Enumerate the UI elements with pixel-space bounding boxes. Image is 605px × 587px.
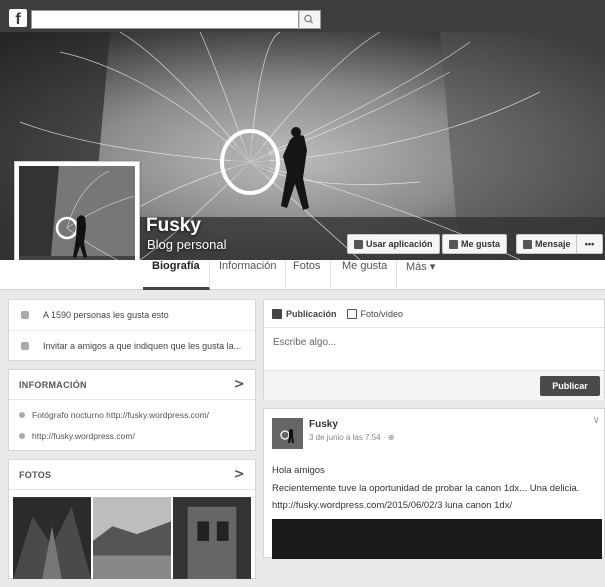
info-item-website[interactable]: http://fusky.wordpress.com/ [9, 425, 255, 446]
avatar[interactable] [272, 418, 303, 449]
chevron-down-icon[interactable]: ∨ [593, 415, 600, 426]
likes-box: A 1590 personas les gusta esto Invitar a… [8, 299, 256, 361]
composer-input[interactable]: Escribe algo... [264, 328, 604, 370]
post-text-line: Hola amigos [272, 465, 325, 476]
use-app-button[interactable]: Usar aplicación [347, 234, 440, 254]
facebook-logo-icon[interactable]: f [9, 9, 27, 27]
more-options-button[interactable]: ••• [576, 234, 603, 254]
search-input[interactable] [31, 10, 299, 29]
photo-thumbnail[interactable] [13, 496, 91, 580]
page-name[interactable]: Fusky [146, 215, 201, 237]
invite-friends-row[interactable]: Invitar a amigos a que indiquen que les … [9, 330, 255, 360]
page-category[interactable]: Blog personal [147, 237, 227, 252]
top-bar: f [0, 0, 605, 32]
photos-box: FOTOS > [8, 459, 256, 579]
tab-likes[interactable]: Me gusta [333, 260, 398, 290]
composer-footer: Publicar [264, 370, 604, 400]
timeline-post: Fusky 3 de junio a las 7:54 · ⊕ ∨ Hola a… [263, 408, 605, 559]
photo-thumbnail[interactable] [173, 496, 251, 580]
pencil-icon [272, 308, 282, 319]
chevron-right-icon[interactable]: > [234, 377, 245, 392]
add-friend-icon [21, 341, 29, 350]
tab-information[interactable]: Información [210, 260, 287, 290]
tab-status[interactable]: Publicación [272, 308, 337, 319]
post-text-line: Recientemente tuve la oportunidad de pro… [272, 483, 580, 494]
post-composer: Publicación Foto/vídeo Escribe algo... P… [263, 299, 605, 400]
composer-tabs: Publicación Foto/vídeo [264, 300, 604, 328]
search-icon [304, 14, 313, 24]
search-button[interactable] [299, 10, 321, 29]
tab-photo-video[interactable]: Foto/vídeo [346, 308, 403, 319]
message-button[interactable]: Mensaje [516, 234, 578, 254]
info-header[interactable]: INFORMACIÓN > [9, 370, 255, 400]
photo-strip [9, 490, 255, 580]
photo-thumbnail[interactable] [93, 496, 171, 580]
globe-icon [19, 432, 25, 439]
app-icon [354, 239, 363, 249]
post-image[interactable] [272, 519, 602, 559]
tab-biography[interactable]: Biografía [143, 260, 210, 290]
info-icon [19, 411, 25, 418]
more-icon: ••• [584, 239, 595, 249]
post-timestamp[interactable]: 3 de junio a las 7:54 · ⊕ [309, 433, 394, 442]
left-column: A 1590 personas les gusta esto Invitar a… [8, 299, 256, 587]
message-icon [523, 239, 532, 249]
thumbs-up-icon [21, 311, 29, 319]
chevron-right-icon[interactable]: > [234, 467, 245, 482]
photos-header[interactable]: FOTOS > [9, 460, 255, 490]
likes-row[interactable]: A 1590 personas les gusta esto [9, 300, 255, 330]
post-link[interactable]: http://fusky.wordpress.com/2015/06/02/3 … [272, 500, 512, 511]
thumbs-up-icon [449, 239, 458, 249]
publish-button[interactable]: Publicar [540, 376, 600, 396]
tab-more[interactable]: Más ▾ [397, 260, 444, 290]
page-tab-bar: Biografía Información Fotos Me gusta Más… [0, 260, 605, 290]
info-box: INFORMACIÓN > Fotógrafo nocturno http://… [8, 369, 256, 451]
info-item-description: Fotógrafo nocturno http://fusky.wordpres… [9, 404, 255, 425]
tab-photos[interactable]: Fotos [284, 260, 331, 290]
like-button[interactable]: Me gusta [442, 234, 508, 254]
post-author[interactable]: Fusky [309, 419, 338, 430]
right-column: Publicación Foto/vídeo Escribe algo... P… [263, 299, 605, 559]
camera-icon [346, 308, 357, 319]
